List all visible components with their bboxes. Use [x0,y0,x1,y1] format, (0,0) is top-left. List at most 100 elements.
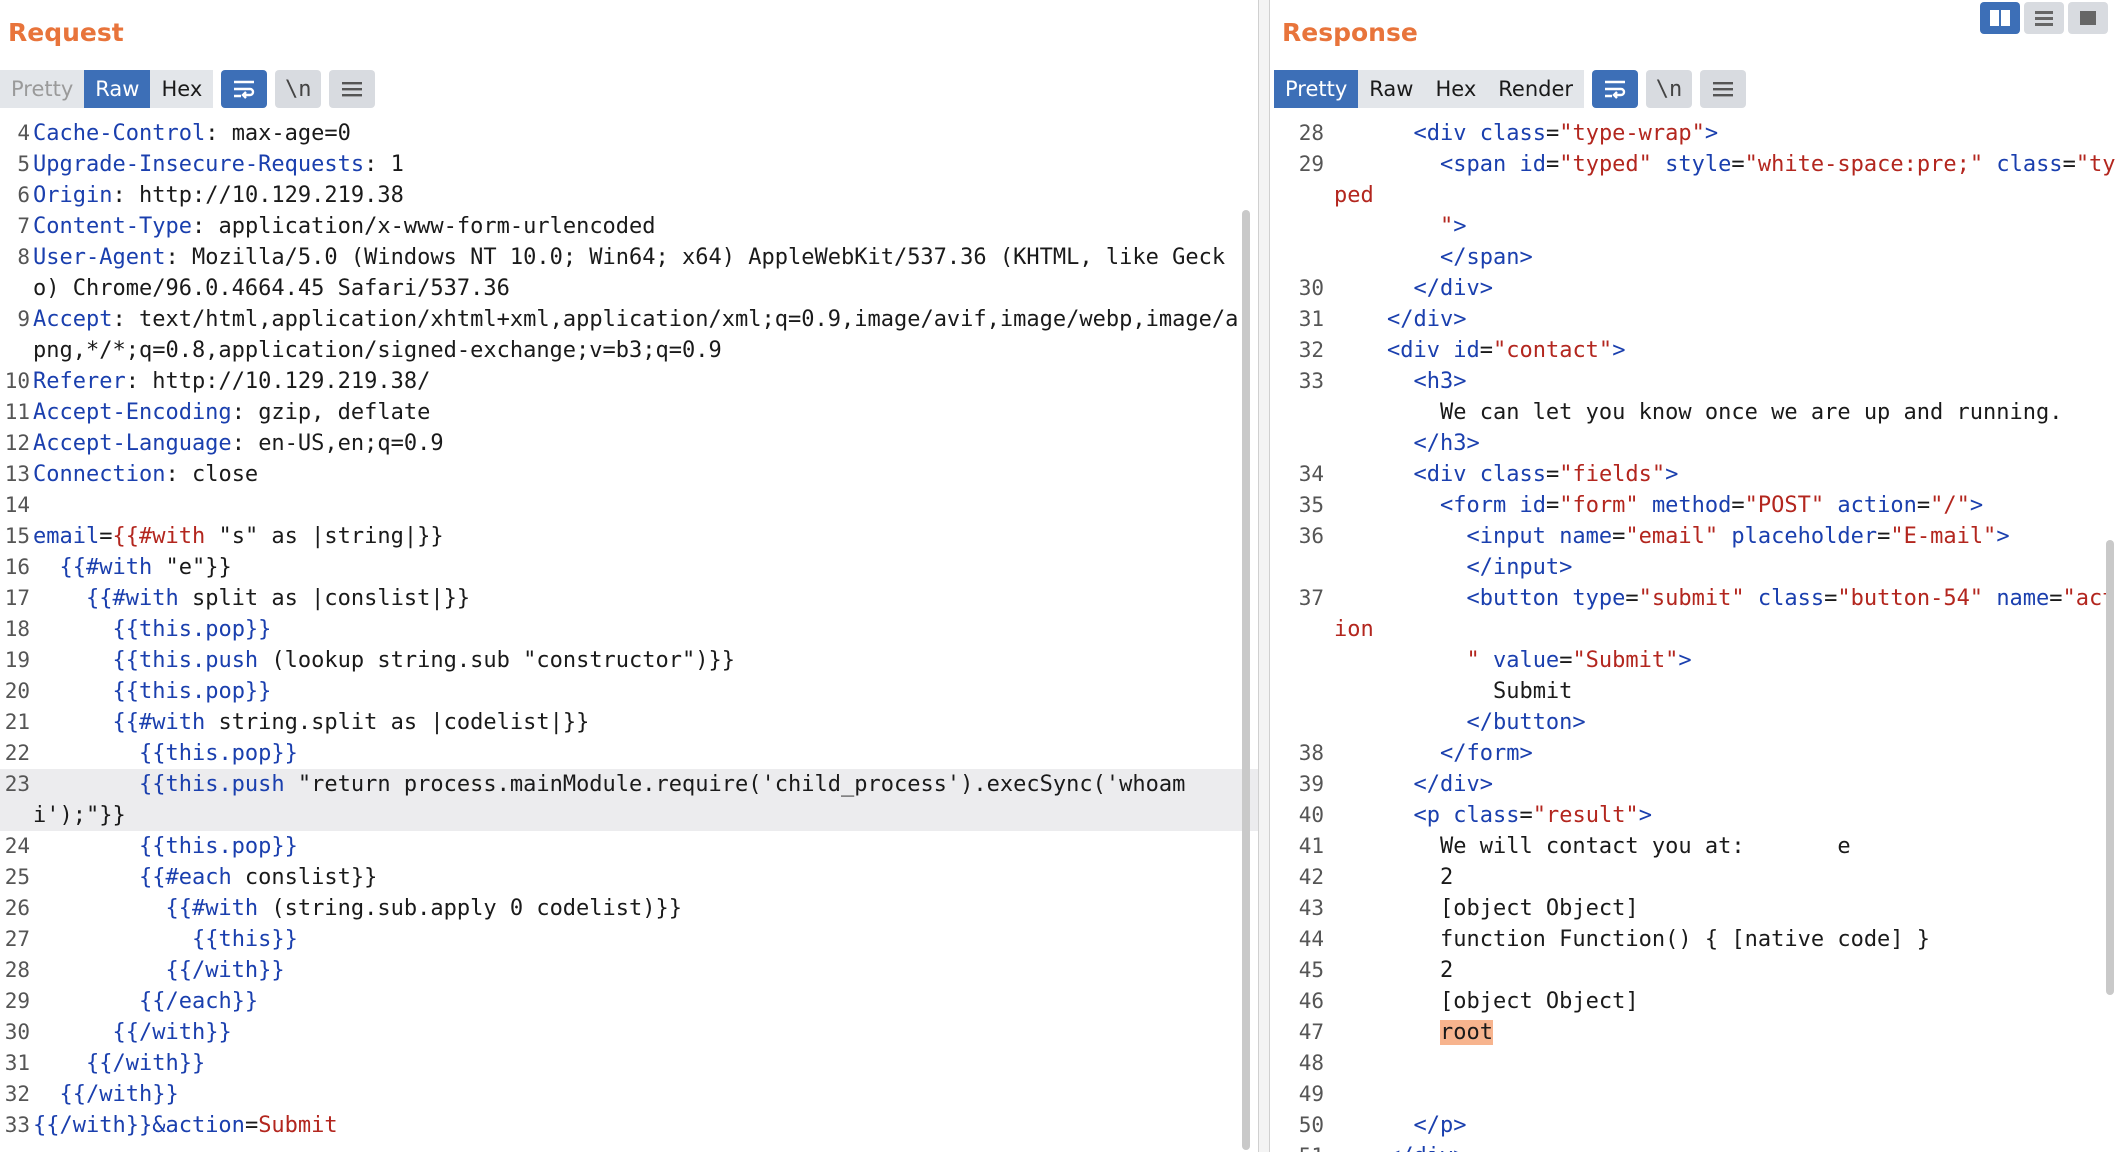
code-line[interactable]: 41 We will contact you at: e [1268,831,2124,862]
line-number: 10 [4,369,30,393]
line-content: {{/with}} [33,1048,1258,1079]
code-line[interactable]: 5 Upgrade-Insecure-Requests: 1 [0,149,1258,180]
line-number: 33 [4,1113,30,1137]
code-line[interactable]: 30 </div> [1268,273,2124,304]
code-line[interactable]: 38 </form> [1268,738,2124,769]
code-line[interactable]: 44 function Function() { [native code] } [1268,924,2124,955]
response-tab-pretty[interactable]: Pretty [1274,70,1359,108]
code-line[interactable]: </span> [1268,242,2124,273]
code-line[interactable]: 19 {{this.push (lookup string.sub "const… [0,645,1258,676]
response-toolbar: Pretty Raw Hex Render \n [1274,69,1747,109]
code-line[interactable]: 28 {{/with}} [0,955,1258,986]
code-line[interactable]: 7 Content-Type: application/x-www-form-ur… [0,211,1258,242]
code-line[interactable]: </h3> [1268,428,2124,459]
code-line[interactable]: 32 <div id="contact"> [1268,335,2124,366]
request-tab-hex[interactable]: Hex [150,70,214,108]
line-content: <span id="typed" style="white-space:pre;… [1334,152,2116,208]
code-line[interactable]: 29 <span id="typed" style="white-space:p… [1268,149,2124,211]
code-line[interactable]: 17 {{#with split as |conslist|}} [0,583,1258,614]
code-line[interactable]: 14 [0,490,1258,521]
code-line[interactable]: " value="Submit"> [1268,645,2124,676]
code-line[interactable]: 31 {{/with}} [0,1048,1258,1079]
code-line[interactable]: 42 2 [1268,862,2124,893]
code-line[interactable]: 22 {{this.pop}} [0,738,1258,769]
menu-icon[interactable] [329,70,376,108]
code-line[interactable]: 47 root [1268,1017,2124,1048]
request-scrollbar[interactable] [1242,210,1250,1150]
request-editor[interactable]: 4 Cache-Control: max-age=0 5 Upgrade-Insecu… [0,118,1258,1152]
code-line[interactable]: 30 {{/with}} [0,1017,1258,1048]
code-line[interactable]: 16 {{#with "e"}} [0,552,1258,583]
code-line[interactable]: "> [1268,211,2124,242]
code-line[interactable]: 43 [object Object] [1268,893,2124,924]
code-line[interactable]: 8 User-Agent: Mozilla/5.0 (Windows NT 10.… [0,242,1258,304]
syntax-token: "contact" [1492,338,1613,363]
code-line[interactable]: 29 {{/each}} [0,986,1258,1017]
line-content: {{/each}} [33,986,1258,1017]
line-number: 41 [1298,834,1324,858]
response-tab-raw[interactable]: Raw [1358,70,1425,108]
code-line[interactable]: 24 {{this.pop}} [0,831,1258,862]
header-value: en-US,en;q=0.9 [258,431,444,456]
code-line[interactable]: 11 Accept-Encoding: gzip, deflate [0,397,1258,428]
request-tab-raw[interactable]: Raw [84,70,151,108]
line-content: <div class="fields"> [1413,462,1679,487]
code-line[interactable]: 35 <form id="form" method="POST" action=… [1268,490,2124,521]
code-line[interactable]: 36 <input name="email" placeholder="E-ma… [1268,521,2124,552]
show-newlines-icon[interactable]: \n [275,70,322,108]
code-line[interactable]: 6 Origin: http://10.129.219.38 [0,180,1258,211]
code-line[interactable]: 40 <p class="result"> [1268,800,2124,831]
code-line[interactable]: 4 Cache-Control: max-age=0 [0,118,1258,149]
syntax-token: </div> [1413,772,1493,797]
code-line[interactable]: 28 <div class="type-wrap"> [1268,118,2124,149]
code-line[interactable]: 10 Referer: http://10.129.219.38/ [0,366,1258,397]
line-number: 35 [1298,493,1324,517]
code-line[interactable]: 46 [object Object] [1268,986,2124,1017]
show-newlines-icon[interactable]: \n [1646,70,1693,108]
code-line[interactable]: Submit [1268,676,2124,707]
code-line[interactable]: We can let you know once we are up and r… [1268,397,2124,428]
code-line[interactable]: 49 [1268,1079,2124,1110]
line-content: {{this.pop}} [33,831,1258,862]
syntax-token: "/" [1930,493,1970,518]
code-line[interactable]: 31 </div> [1268,304,2124,335]
code-line[interactable]: 15 email={{#with "s" as |string|}} [0,521,1258,552]
header-value: http://10.129.219.38 [138,183,404,208]
code-line[interactable]: 32 {{/with}} [0,1079,1258,1110]
code-line[interactable]: 25 {{#each conslist}} [0,862,1258,893]
code-line[interactable]: 26 {{#with (string.sub.apply 0 codelist)… [0,893,1258,924]
code-line[interactable]: 39 </div> [1268,769,2124,800]
template-keyword: {{/with}} [112,1020,232,1045]
line-number: 32 [4,1082,30,1106]
code-line[interactable]: 12 Accept-Language: en-US,en;q=0.9 [0,428,1258,459]
code-line[interactable]: 27 {{this}} [0,924,1258,955]
code-line[interactable]: 23 {{this.push "return process.mainModul… [0,769,1258,831]
code-line[interactable]: 33 <h3> [1268,366,2124,397]
code-line[interactable]: 21 {{#with string.split as |codelist|}} [0,707,1258,738]
code-line[interactable]: 45 2 [1268,955,2124,986]
code-line[interactable]: 20 {{this.pop}} [0,676,1258,707]
code-line[interactable]: </input> [1268,552,2124,583]
code-line[interactable]: 18 {{this.pop}} [0,614,1258,645]
code-line[interactable]: 37 <button type="submit" class="button-5… [1268,583,2124,645]
code-line[interactable]: 13 Connection: close [0,459,1258,490]
menu-icon[interactable] [1700,70,1747,108]
code-line[interactable]: 9 Accept: text/html,application/xhtml+xml… [0,304,1258,366]
code-line[interactable]: 34 <div class="fields"> [1268,459,2124,490]
response-scrollbar[interactable] [2106,540,2114,995]
wrap-lines-icon[interactable] [221,70,268,108]
request-tab-pretty[interactable]: Pretty [0,70,85,108]
syntax-token: <button [1466,586,1560,611]
response-tab-hex[interactable]: Hex [1424,70,1488,108]
code-line[interactable]: 51 </div> [1268,1141,2124,1152]
code-line[interactable]: </button> [1268,707,2124,738]
code-line[interactable]: 50 </p> [1268,1110,2124,1141]
line-content: Submit [1334,679,1573,704]
code-line[interactable]: 48 [1268,1048,2124,1079]
response-tab-render[interactable]: Render [1487,70,1585,108]
response-editor[interactable]: 28 <div class="type-wrap"> 29 <span id="t… [1268,118,2124,1152]
template-keyword: {{#each [138,865,232,890]
code-line[interactable]: 33 {{/with}}&action=Submit [0,1110,1258,1141]
wrap-lines-icon[interactable] [1592,70,1639,108]
